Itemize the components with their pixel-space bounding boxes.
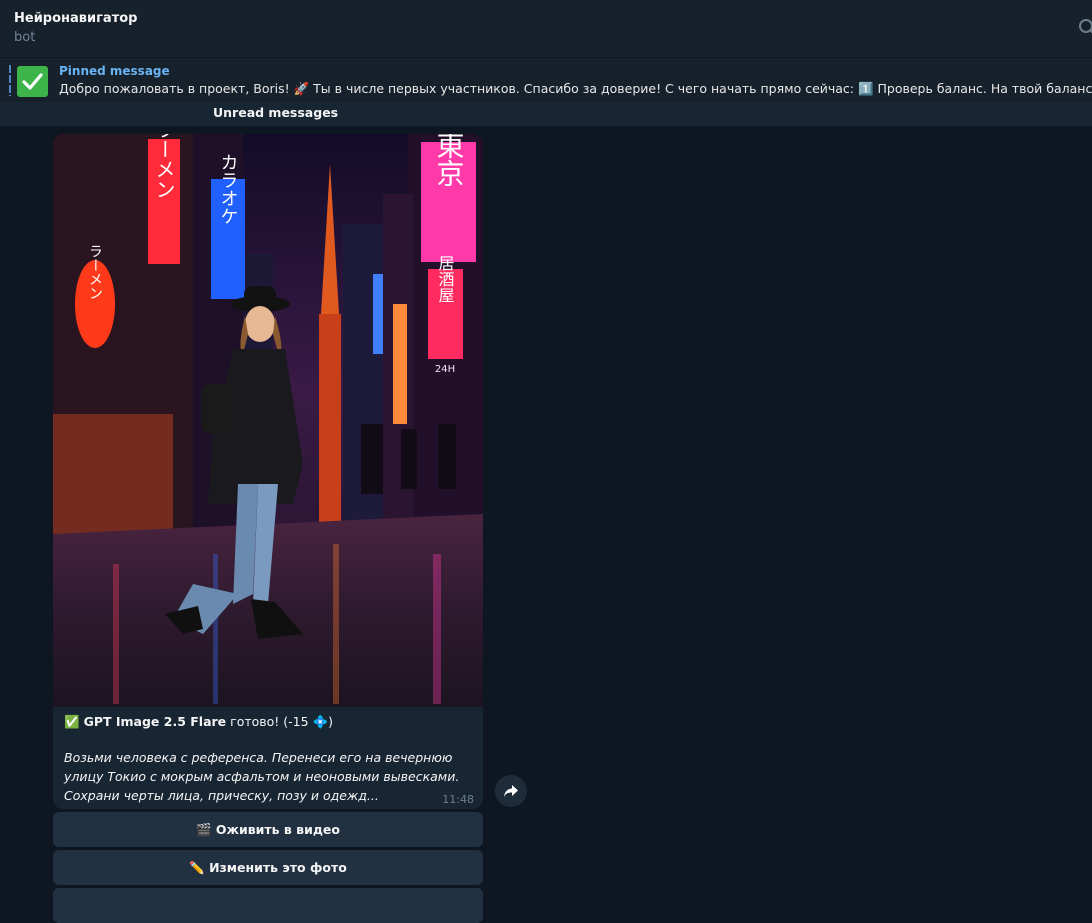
edit-photo-button[interactable]: ✏️ Изменить это фото bbox=[53, 850, 483, 885]
animate-video-button[interactable]: 🎬 Оживить в видео bbox=[53, 812, 483, 847]
chat-header[interactable]: Нейронавигатор bot bbox=[0, 0, 1092, 57]
sign-izakaya: 居酒屋 bbox=[436, 255, 455, 303]
check-icon bbox=[17, 66, 48, 97]
model-name: GPT Image 2.5 Flare bbox=[84, 714, 227, 729]
share-arrow-icon bbox=[503, 784, 519, 798]
sign-24h: 24H bbox=[435, 364, 455, 375]
sign-ramen-lantern: ラーメン bbox=[87, 244, 103, 300]
message-caption: ✅ GPT Image 2.5 Flare готово! (-15 💠) bbox=[64, 713, 474, 731]
pinned-message-bar[interactable]: Pinned message Добро пожаловать в проект… bbox=[0, 57, 1092, 102]
sign-tokyo: 東京 bbox=[433, 134, 466, 187]
unread-label: Unread messages bbox=[213, 105, 338, 120]
message-time: 11:48 bbox=[442, 793, 474, 806]
sign-ramen-top: ラーメン bbox=[152, 134, 176, 199]
sign-karaoke: カラオケ bbox=[218, 153, 239, 225]
generated-photo[interactable]: ラーメン カラオケ 東京 居酒屋 24H ラーメン bbox=[53, 134, 483, 707]
pinned-indicator bbox=[9, 65, 11, 96]
prompt-text: Возьми человека с референса. Перенеси ег… bbox=[64, 748, 464, 805]
pinned-text: Добро пожаловать в проект, Boris! 🚀 Ты в… bbox=[59, 81, 1092, 97]
status-text: готово! (-15 💠) bbox=[226, 714, 333, 729]
unread-divider: Unread messages bbox=[0, 102, 1092, 126]
chat-subtitle: bot bbox=[14, 28, 1078, 48]
message-bubble[interactable]: ラーメン カラオケ 東京 居酒屋 24H ラーメン bbox=[53, 134, 483, 809]
next-keyboard-button[interactable] bbox=[53, 888, 483, 923]
chat-title: Нейронавигатор bbox=[14, 10, 1078, 28]
status-icon: ✅ bbox=[64, 714, 80, 729]
search-icon[interactable] bbox=[1078, 18, 1092, 38]
pinned-label: Pinned message bbox=[59, 64, 170, 78]
share-button[interactable] bbox=[495, 775, 527, 807]
